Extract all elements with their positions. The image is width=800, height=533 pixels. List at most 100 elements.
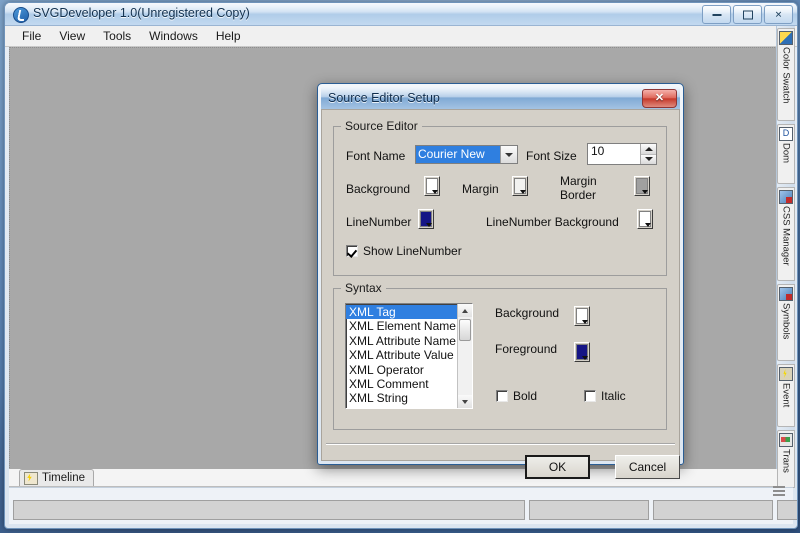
css-manager-icon [779,190,793,205]
background-label: Background [346,182,411,196]
checkbox-icon [496,390,508,402]
show-linenumber-checkbox[interactable]: Show LineNumber [346,244,462,258]
checkbox-icon [346,245,358,257]
menu-item-file[interactable]: File [13,27,50,45]
linenumber-background-color-button[interactable] [637,209,653,229]
timeline-icon [24,471,38,485]
list-item[interactable]: XML Comment [346,377,457,391]
linenumber-color-button[interactable] [418,209,434,229]
list-item[interactable]: XML Attribute Value [346,348,457,362]
tab-timeline-label: Timeline [42,472,86,484]
menu-item-windows[interactable]: Windows [140,27,207,45]
checkbox-icon [584,390,596,402]
menu-item-help[interactable]: Help [207,27,250,45]
font-size-stepper[interactable]: 10 [587,143,657,165]
maximize-restore-button[interactable] [733,5,762,24]
font-name-combo[interactable]: Courier New [415,145,518,164]
color-swatch-icon [779,31,793,45]
window-controls: ✕ [702,5,793,24]
transform-icon [779,433,793,448]
menu-bar: File View Tools Windows Help [5,26,797,47]
spin-down-icon[interactable] [641,154,656,164]
resize-grip-icon[interactable] [773,486,785,498]
scrollbar-track[interactable] [458,317,472,395]
font-name-label: Font Name [346,149,406,163]
font-size-value[interactable]: 10 [588,144,640,164]
dock-tab-label: Trans [780,449,792,474]
list-item[interactable]: XML String [346,391,457,405]
linenumber-label: LineNumber [346,215,412,229]
dock-tab-label: Symbols [780,302,792,339]
dialog-title-bar: Source Editor Setup ✕ [321,87,680,109]
dock-tab-color-swatch[interactable]: Color Swatch [777,28,795,122]
list-item[interactable]: XML Attribute Name [346,334,457,348]
syntax-background-color-button[interactable] [574,306,590,326]
syntax-group: Syntax XML Tag XML Element Name XML Attr… [333,281,667,430]
scrollbar-thumb[interactable] [459,319,471,341]
spin-up-icon[interactable] [641,144,656,155]
bold-label: Bold [513,389,538,403]
dialog-body: Source Editor Font Name Courier New Font… [321,109,680,479]
svg-developer-icon [13,7,29,23]
linenumber-background-label: LineNumber Background [486,215,619,229]
close-button[interactable]: ✕ [764,5,793,24]
font-size-spin-buttons [640,144,656,164]
margin-border-color-button[interactable] [634,176,650,196]
source-editor-setup-dialog: Source Editor Setup ✕ Source Editor Font… [317,83,684,479]
status-panel-3 [653,500,773,520]
list-item[interactable]: XML Tag [346,305,457,320]
dock-tab-event[interactable]: Event [777,363,795,428]
cancel-button[interactable]: Cancel [615,455,680,479]
status-panels [13,500,797,520]
margin-color-button[interactable] [512,176,528,196]
syntax-background-label: Background [495,306,560,320]
event-icon [779,366,793,381]
syntax-foreground-label: Foreground [495,342,558,356]
margin-label: Margin [462,182,499,196]
syntax-listbox[interactable]: XML Tag XML Element Name XML Attribute N… [345,303,473,409]
close-icon: ✕ [774,9,783,19]
syntax-legend: Syntax [341,281,386,295]
status-panel-4 [777,500,797,520]
chevron-down-icon[interactable] [500,146,517,163]
syntax-foreground-color-button[interactable] [574,342,590,362]
font-name-value: Courier New [416,146,500,163]
dock-tab-label: Color Swatch [780,47,792,104]
dock-tab-label: CSS Manager [780,206,792,266]
source-editor-group: Source Editor Font Name Courier New Font… [333,119,667,276]
screen: SVGDeveloper 1.0(Unregistered Copy) ✕ Fi… [0,0,800,533]
status-panel-1 [13,500,525,520]
dock-tab-dom[interactable]: D Dom [777,124,795,185]
italic-checkbox[interactable]: Italic [584,389,626,403]
status-bar [9,486,797,524]
window-title: SVGDeveloper 1.0(Unregistered Copy) [33,6,250,20]
margin-border-label: Margin Border [560,174,597,202]
bold-checkbox[interactable]: Bold [496,389,537,403]
tab-timeline[interactable]: Timeline [19,469,95,486]
menu-item-view[interactable]: View [50,27,94,45]
ok-button[interactable]: OK [525,455,590,479]
list-item[interactable]: XML Element Name [346,319,457,333]
dom-icon: D [779,127,793,142]
status-panel-2 [529,500,649,520]
italic-label: Italic [601,389,626,403]
syntax-list-scrollbar[interactable] [457,304,472,408]
dock-tab-css-manager[interactable]: CSS Manager [777,187,795,281]
scroll-down-icon[interactable] [458,395,472,408]
source-editor-legend: Source Editor [341,119,422,133]
scroll-up-icon[interactable] [458,304,472,317]
dock-tab-label: Dom [780,143,792,164]
show-linenumber-label: Show LineNumber [363,244,462,258]
dock-tab-transform[interactable]: Trans [777,430,795,488]
syntax-list-items: XML Tag XML Element Name XML Attribute N… [346,304,457,408]
font-size-label: Font Size [526,149,577,163]
dock-tab-label: Event [780,382,792,408]
dock-tab-symbols[interactable]: Symbols [777,283,795,361]
list-item[interactable]: XML Operator [346,363,457,377]
minimize-button[interactable] [702,5,731,24]
background-color-button[interactable] [424,176,440,196]
title-bar: SVGDeveloper 1.0(Unregistered Copy) ✕ [5,3,797,26]
menu-item-tools[interactable]: Tools [94,27,140,45]
dialog-close-button[interactable]: ✕ [642,89,677,108]
right-dock-panel: Color Swatch D Dom CSS Manager Symbols E… [776,26,795,488]
